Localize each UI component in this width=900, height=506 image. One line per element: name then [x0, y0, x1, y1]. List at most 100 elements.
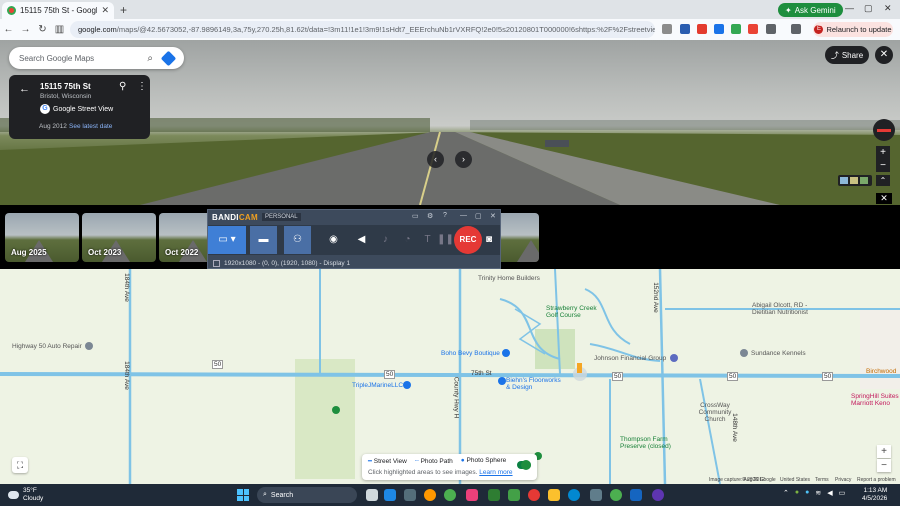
map-zoom-in-icon[interactable]: + [877, 445, 891, 458]
timeline-thumb[interactable] [497, 213, 539, 262]
privacy-link[interactable]: Privacy [835, 477, 851, 483]
weather-widget[interactable]: 35°F Cloudy [8, 487, 43, 503]
speaker-icon[interactable]: ◀ [348, 226, 375, 254]
extension-5-icon[interactable] [748, 24, 758, 34]
extension-1-icon[interactable] [680, 24, 690, 34]
layer-thumbnails[interactable] [838, 175, 872, 186]
settings-gear-icon[interactable]: ⚙ [427, 212, 433, 220]
record-button[interactable]: REC [454, 226, 482, 254]
app-icon[interactable] [488, 489, 500, 501]
extensions-puzzle-icon[interactable] [766, 24, 776, 34]
map-zoom-out-icon[interactable]: − [877, 459, 891, 472]
map-label[interactable]: Highway 50 Auto Repair [12, 343, 82, 350]
tray-app-icon[interactable]: ● [795, 489, 799, 497]
reload-icon[interactable]: ↻ [34, 24, 51, 35]
back-icon[interactable]: ← [0, 24, 17, 35]
map-label[interactable]: Sundance Kennels [751, 350, 806, 357]
collapse-chevron-icon[interactable]: ⌃ [876, 175, 890, 186]
windows-start-icon[interactable] [237, 489, 249, 501]
map-label[interactable]: Boho Bevy Boutique [441, 350, 500, 357]
ask-gemini-button[interactable]: ✦ Ask Gemini [778, 3, 843, 17]
taskbar-clock[interactable]: 1:13 AM 4/5/2026 [862, 487, 887, 503]
folder-icon[interactable]: ▭ [412, 212, 419, 220]
battery-icon[interactable]: ▭ [839, 489, 846, 497]
map-label[interactable]: Biehn's Floorworks & Design [506, 377, 566, 391]
wifi-icon[interactable]: ≋ [815, 489, 821, 497]
map-pin-icon[interactable]: ⚲ [119, 81, 126, 92]
report-problem-link[interactable]: Report a problem [857, 477, 896, 483]
extension-3-icon[interactable] [714, 24, 724, 34]
tray-app-icon[interactable]: ● [805, 489, 809, 497]
bandicam-window[interactable]: BANDICAM PERSONAL ▭ ⚙ ? — ▢ ✕ ▭ ▾ ▬ ⚇ ◉ … [207, 209, 501, 269]
more-options-icon[interactable]: ⋮ [137, 81, 147, 92]
poi-icon[interactable] [502, 349, 510, 357]
forward-icon[interactable]: → [17, 24, 34, 35]
street-view-panorama[interactable]: Search Google Maps ⌕ ← 15115 75th St Bri… [0, 40, 900, 205]
poi-icon[interactable] [85, 342, 93, 350]
app-icon[interactable] [630, 489, 642, 501]
see-latest-date-link[interactable]: See latest date [69, 123, 112, 130]
chrome-icon[interactable] [444, 489, 456, 501]
screen-mode-icon[interactable]: ▭ ▾ [208, 226, 246, 254]
search-input[interactable]: Search Google Maps [19, 54, 147, 63]
vscode-icon[interactable] [384, 489, 396, 501]
app-icon[interactable] [508, 489, 520, 501]
bandicam-taskbar-icon[interactable] [528, 489, 540, 501]
terminal-icon[interactable] [404, 489, 416, 501]
hdmi-mode-icon[interactable]: ▬ [250, 226, 277, 254]
directions-icon[interactable] [160, 50, 177, 66]
map-panel[interactable]: Trinity Home Builders Strawberry Creek G… [0, 269, 900, 484]
learn-more-link[interactable]: Learn more [479, 469, 512, 476]
extension-4-icon[interactable] [731, 24, 741, 34]
taskbar-search[interactable]: ⌕ Search [257, 487, 357, 503]
map-label[interactable]: Abigail Olcott, RD - Dietitian Nutrition… [752, 302, 832, 316]
browser-tab[interactable]: 15115 75th St - Google Maps ✕ [2, 2, 114, 19]
poi-icon[interactable] [740, 349, 748, 357]
relaunch-button[interactable]: E Relaunch to update [813, 22, 893, 37]
close-tab-icon[interactable]: ✕ [101, 5, 109, 16]
task-view-icon[interactable] [366, 489, 378, 501]
map-label[interactable]: Trinity Home Builders [478, 275, 540, 282]
game-mode-icon[interactable]: ⚇ [284, 226, 311, 254]
close-window-icon[interactable]: ✕ [884, 3, 892, 14]
file-explorer-icon[interactable] [548, 489, 560, 501]
split-view-icon[interactable]: ▥ [51, 24, 68, 35]
poi-icon[interactable] [403, 381, 411, 389]
street-view-layer-toggle[interactable] [517, 460, 531, 470]
compass-icon[interactable] [873, 119, 895, 141]
app-icon[interactable] [652, 489, 664, 501]
volume-icon[interactable]: ◀ [827, 489, 832, 497]
map-label[interactable]: SpringHill Suites Marriott Keno [851, 393, 900, 407]
bandicam-minimize-icon[interactable]: — [460, 212, 467, 219]
timeline-thumb[interactable]: Oct 2023 [82, 213, 156, 262]
maximize-icon[interactable]: ▢ [864, 3, 873, 14]
app-icon[interactable] [424, 489, 436, 501]
screenshot-camera-icon[interactable]: ◙ [479, 226, 499, 254]
poi-icon[interactable] [498, 377, 506, 385]
close-timeline-icon[interactable]: ✕ [876, 193, 892, 204]
install-app-icon[interactable] [662, 24, 672, 34]
region-link[interactable]: United States [780, 477, 810, 483]
map-label[interactable]: Birchwood [866, 368, 896, 375]
app-icon[interactable] [466, 489, 478, 501]
app-icon[interactable] [590, 489, 602, 501]
pan-right-icon[interactable]: › [455, 151, 472, 168]
map-label[interactable]: Strawberry Creek Golf Course [546, 305, 606, 319]
park-icon[interactable] [332, 406, 340, 414]
map-label[interactable]: Thompson Farm Preserve (closed) [620, 436, 680, 450]
zoom-in-icon[interactable]: + [876, 146, 890, 159]
help-icon[interactable]: ? [443, 212, 447, 219]
chrome-icon[interactable] [610, 489, 622, 501]
back-arrow-icon[interactable]: ← [19, 83, 30, 95]
extension-2-icon[interactable] [697, 24, 707, 34]
new-tab-button[interactable]: + [120, 3, 127, 17]
edge-icon[interactable] [568, 489, 580, 501]
bandicam-restore-icon[interactable]: ▢ [475, 212, 482, 220]
poi-icon[interactable] [670, 354, 678, 362]
chevron-up-icon[interactable]: ⌃ [783, 489, 789, 497]
map-label[interactable]: TripleJMarineLLC [352, 382, 403, 389]
webcam-icon[interactable]: ◉ [320, 226, 347, 254]
share-button[interactable]: ⤴ Share [825, 46, 869, 64]
timeline-thumb[interactable]: Aug 2025 [5, 213, 79, 262]
map-label[interactable]: Johnson Financial Group [594, 355, 666, 362]
